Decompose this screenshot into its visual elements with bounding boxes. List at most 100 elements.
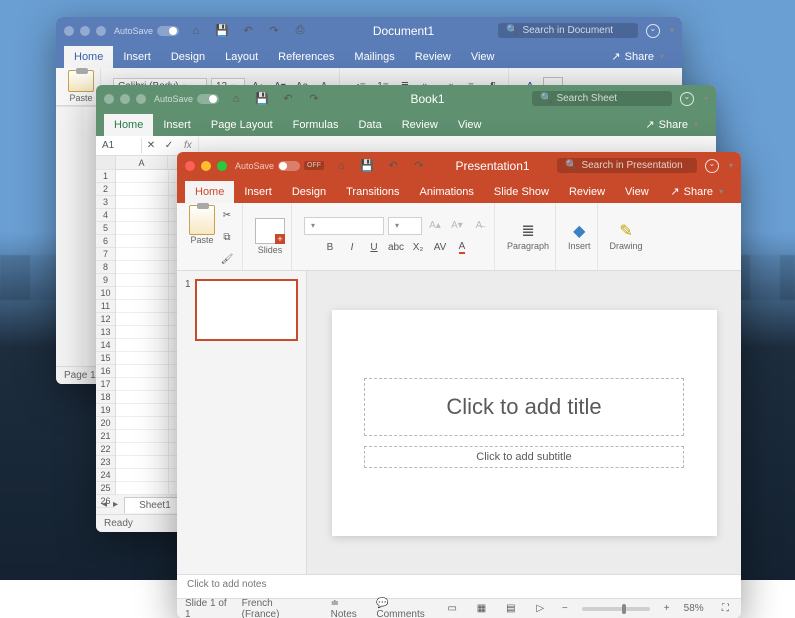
sorter-view-icon[interactable]: ▦ — [474, 600, 489, 618]
font-size-combo[interactable]: ▾ — [388, 217, 422, 235]
format-painter-icon[interactable]: 🖌 — [218, 251, 236, 269]
tab-view[interactable]: View — [615, 181, 659, 203]
fx-label[interactable]: fx — [178, 140, 198, 151]
language-indicator[interactable]: French (France) — [242, 598, 303, 618]
close-icon[interactable] — [185, 161, 195, 171]
shrink-font-icon[interactable]: A▾ — [448, 217, 466, 235]
save-icon[interactable]: 💾 — [213, 22, 231, 40]
clear-format-icon[interactable]: A̶ — [470, 217, 488, 235]
grow-font-icon[interactable]: A▴ — [426, 217, 444, 235]
minimize-icon[interactable] — [201, 161, 211, 171]
tab-slideshow[interactable]: Slide Show — [484, 181, 559, 203]
home-icon[interactable]: ⌂ — [332, 157, 350, 175]
comments-button[interactable]: 💬 Comments — [376, 598, 430, 618]
tab-references[interactable]: References — [268, 46, 344, 68]
maximize-icon[interactable] — [96, 26, 106, 36]
cancel-icon[interactable]: ✕ — [142, 137, 160, 155]
tab-review[interactable]: Review — [559, 181, 615, 203]
feedback-icon[interactable] — [705, 159, 719, 173]
share-button[interactable]: ↗ Share ▾ — [660, 180, 733, 203]
close-icon[interactable] — [104, 94, 114, 104]
fit-to-window-icon[interactable]: ⛶ — [718, 600, 733, 618]
home-icon[interactable]: ⌂ — [227, 90, 245, 108]
undo-icon[interactable]: ↶ — [384, 157, 402, 175]
slide-canvas-area[interactable]: Click to add title Click to add subtitle — [307, 271, 741, 574]
copy-icon[interactable]: ⧉ — [218, 229, 236, 247]
redo-icon[interactable]: ↷ — [305, 90, 323, 108]
search-box[interactable]: 🔍 Search in Document — [498, 23, 638, 38]
tab-home[interactable]: Home — [104, 114, 153, 136]
tab-mailings[interactable]: Mailings — [344, 46, 404, 68]
maximize-icon[interactable] — [217, 161, 227, 171]
minimize-icon[interactable] — [120, 94, 130, 104]
save-icon[interactable]: 💾 — [253, 90, 271, 108]
enter-icon[interactable]: ✓ — [160, 137, 178, 155]
tab-insert[interactable]: Insert — [113, 46, 161, 68]
subscript-icon[interactable]: X₂ — [409, 239, 427, 257]
tab-transitions[interactable]: Transitions — [336, 181, 409, 203]
sheet-prev-icon[interactable]: ◂ — [102, 499, 107, 510]
paragraph-icon[interactable]: ≣ — [519, 222, 537, 240]
tab-design[interactable]: Design — [282, 181, 336, 203]
autosave-toggle[interactable]: AutoSave — [114, 26, 179, 36]
tab-data[interactable]: Data — [348, 114, 391, 136]
paste-icon[interactable] — [68, 70, 94, 92]
cut-icon[interactable]: ✂ — [218, 207, 236, 225]
redo-icon[interactable]: ↷ — [410, 157, 428, 175]
normal-view-icon[interactable]: ▭ — [445, 600, 460, 618]
save-icon[interactable]: 💾 — [358, 157, 376, 175]
tab-page-layout[interactable]: Page Layout — [201, 114, 283, 136]
print-icon[interactable]: ⎙ — [291, 22, 309, 40]
font-color-icon[interactable]: A — [453, 239, 471, 257]
tab-layout[interactable]: Layout — [215, 46, 268, 68]
tab-review[interactable]: Review — [405, 46, 461, 68]
italic-icon[interactable]: I — [343, 239, 361, 257]
redo-icon[interactable]: ↷ — [265, 22, 283, 40]
tab-view[interactable]: View — [461, 46, 505, 68]
undo-icon[interactable]: ↶ — [239, 22, 257, 40]
strike-icon[interactable]: abc — [387, 239, 405, 257]
tab-insert[interactable]: Insert — [234, 181, 282, 203]
search-box[interactable]: 🔍 Search in Presentation — [557, 158, 697, 173]
paste-icon[interactable] — [189, 205, 215, 235]
close-icon[interactable] — [64, 26, 74, 36]
reading-view-icon[interactable]: ▤ — [503, 600, 518, 618]
slideshow-view-icon[interactable]: ▷ — [533, 600, 548, 618]
autosave-toggle[interactable]: AutoSave — [154, 94, 219, 104]
maximize-icon[interactable] — [136, 94, 146, 104]
subtitle-placeholder[interactable]: Click to add subtitle — [364, 446, 684, 468]
tab-home[interactable]: Home — [185, 181, 234, 203]
name-box[interactable]: A1 — [96, 138, 142, 153]
shapes-icon[interactable]: ◆ — [570, 222, 588, 240]
bold-icon[interactable]: B — [321, 239, 339, 257]
minimize-icon[interactable] — [80, 26, 90, 36]
drawing-icon[interactable]: ✎ — [617, 222, 635, 240]
tab-design[interactable]: Design — [161, 46, 215, 68]
tab-view[interactable]: View — [448, 114, 492, 136]
notes-button[interactable]: ≐ Notes — [331, 598, 363, 618]
autosave-toggle[interactable]: AutoSave OFF — [235, 161, 324, 171]
tab-insert[interactable]: Insert — [153, 114, 201, 136]
sheet-next-icon[interactable]: ▸ — [113, 499, 118, 510]
title-placeholder[interactable]: Click to add title — [364, 378, 684, 436]
zoom-slider[interactable] — [582, 607, 650, 611]
share-button[interactable]: ↗ Share ▾ — [601, 45, 674, 68]
tab-review[interactable]: Review — [392, 114, 448, 136]
char-spacing-icon[interactable]: AV — [431, 239, 449, 257]
zoom-in-icon[interactable]: + — [664, 603, 670, 614]
feedback-icon[interactable] — [646, 24, 660, 38]
underline-icon[interactable]: U — [365, 239, 383, 257]
tab-home[interactable]: Home — [64, 46, 113, 68]
slide-thumbnail[interactable] — [195, 279, 298, 341]
home-icon[interactable]: ⌂ — [187, 22, 205, 40]
font-combo[interactable]: ▾ — [304, 217, 384, 235]
tab-animations[interactable]: Animations — [410, 181, 484, 203]
feedback-icon[interactable] — [680, 92, 694, 106]
tab-formulas[interactable]: Formulas — [283, 114, 349, 136]
undo-icon[interactable]: ↶ — [279, 90, 297, 108]
zoom-out-icon[interactable]: − — [562, 603, 568, 614]
new-slide-icon[interactable]: + — [255, 218, 285, 244]
notes-pane[interactable]: Click to add notes — [177, 574, 741, 598]
share-button[interactable]: ↗ Share ▾ — [635, 113, 708, 136]
search-box[interactable]: 🔍 Search Sheet — [532, 91, 672, 106]
